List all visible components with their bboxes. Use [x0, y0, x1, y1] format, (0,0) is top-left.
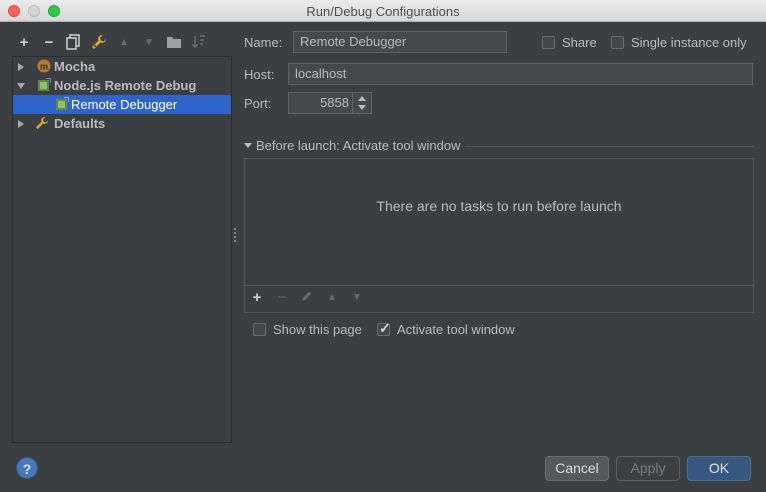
task-list-toolbar: + − ▲ ▼: [245, 285, 753, 312]
apply-button[interactable]: Apply: [616, 456, 680, 481]
mocha-icon: m: [37, 59, 51, 73]
tree-item-remote-debugger[interactable]: Remote Debugger: [13, 95, 231, 114]
panel-splitter[interactable]: [233, 228, 237, 244]
name-label: Name:: [244, 35, 283, 50]
tree-item-mocha[interactable]: m Mocha: [13, 57, 231, 76]
remove-task-button[interactable]: −: [273, 289, 291, 307]
sort-alphabetically-icon: [191, 35, 205, 49]
host-field[interactable]: localhost: [288, 63, 753, 85]
name-field[interactable]: Remote Debugger: [293, 31, 507, 53]
host-label: Host:: [244, 67, 275, 82]
copy-configuration-button[interactable]: [65, 32, 83, 52]
single-instance-checkbox[interactable]: [611, 36, 624, 49]
folder-icon: [167, 37, 181, 48]
collapse-triangle-icon[interactable]: [244, 143, 252, 148]
checkmark-icon: ✓: [379, 320, 391, 336]
before-launch-task-list[interactable]: There are no tasks to run before launch …: [244, 158, 754, 313]
pencil-icon: [302, 292, 311, 301]
remote-debugger-icon: [56, 97, 69, 110]
remove-configuration-button[interactable]: −: [40, 32, 58, 52]
activate-tool-window-checkbox[interactable]: ✓: [377, 320, 391, 336]
nodejs-remote-debug-icon: [38, 78, 51, 91]
show-this-page-checkbox[interactable]: [253, 323, 266, 336]
copy-icon: [66, 34, 80, 50]
before-launch-header[interactable]: Before launch: Activate tool window: [244, 138, 754, 154]
single-instance-label[interactable]: Single instance only: [631, 35, 747, 50]
empty-tasks-message: There are no tasks to run before launch: [376, 198, 622, 214]
wrench-icon: [92, 35, 106, 49]
tree-item-label: Mocha: [54, 59, 96, 74]
port-spinner[interactable]: 5858: [288, 92, 372, 114]
tree-item-defaults[interactable]: Defaults: [13, 114, 231, 133]
expand-arrow-icon[interactable]: [18, 63, 24, 71]
port-value[interactable]: 5858: [320, 93, 349, 113]
section-divider: [466, 146, 754, 147]
move-down-button[interactable]: ▼: [140, 32, 158, 52]
add-configuration-button[interactable]: +: [15, 32, 33, 52]
add-task-button[interactable]: +: [248, 289, 266, 307]
decrement-arrow-icon[interactable]: [358, 105, 366, 110]
tree-item-label: Remote Debugger: [71, 97, 178, 112]
before-launch-title: Before launch: Activate tool window: [256, 138, 461, 153]
activate-tool-window-label[interactable]: Activate tool window: [397, 322, 515, 337]
folder-button[interactable]: [165, 32, 183, 52]
cancel-button[interactable]: Cancel: [545, 456, 609, 481]
window-title-bar: Run/Debug Configurations: [0, 0, 766, 22]
wrench-icon: [35, 116, 49, 130]
move-task-up-button[interactable]: ▲: [323, 289, 341, 307]
help-button[interactable]: ?: [16, 457, 38, 479]
share-label[interactable]: Share: [562, 35, 597, 50]
sort-button[interactable]: [190, 32, 208, 52]
configurations-tree[interactable]: m Mocha Node.js Remote Debug Remote Debu…: [12, 56, 232, 443]
collapse-arrow-icon[interactable]: [17, 83, 25, 89]
tree-item-label: Defaults: [54, 116, 106, 131]
window-title: Run/Debug Configurations: [306, 4, 460, 19]
port-label: Port:: [244, 96, 272, 111]
expand-arrow-icon[interactable]: [18, 120, 24, 128]
edit-defaults-button[interactable]: [90, 32, 108, 52]
ok-button[interactable]: OK: [687, 456, 751, 481]
increment-arrow-icon[interactable]: [358, 96, 366, 101]
edit-task-button[interactable]: [298, 289, 316, 307]
svg-text:m: m: [40, 62, 48, 72]
port-spinner-buttons[interactable]: [352, 93, 371, 113]
move-task-down-button[interactable]: ▼: [348, 289, 366, 307]
move-up-button[interactable]: ▲: [115, 32, 133, 52]
show-this-page-label[interactable]: Show this page: [273, 322, 362, 337]
tree-item-nodejs-remote-debug[interactable]: Node.js Remote Debug: [13, 76, 231, 95]
tree-item-label: Node.js Remote Debug: [54, 78, 197, 93]
share-checkbox[interactable]: [542, 36, 555, 49]
